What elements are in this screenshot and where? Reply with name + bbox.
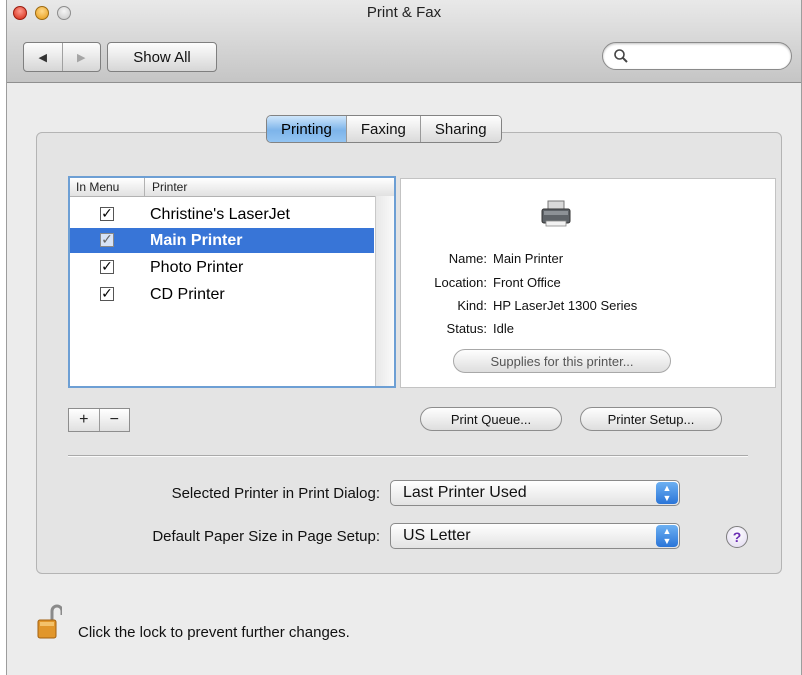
- printer-list-scrollbar[interactable]: [375, 196, 394, 386]
- printer-row[interactable]: ✓ CD Printer: [70, 282, 374, 307]
- location-value: Front Office: [493, 275, 561, 290]
- search-icon: [614, 49, 628, 63]
- search-input[interactable]: [633, 47, 787, 67]
- status-key: Status:: [446, 321, 487, 336]
- paper-size-label: Default Paper Size in Page Setup:: [152, 528, 380, 545]
- location-row: Location: Front Office: [401, 275, 561, 290]
- back-arrow-icon[interactable]: ◀: [24, 43, 63, 71]
- forward-arrow-icon[interactable]: ▶: [63, 43, 101, 71]
- status-value: Idle: [493, 321, 514, 336]
- printer-row[interactable]: ✓ Photo Printer: [70, 255, 374, 280]
- toolbar: Print & Fax ◀ ▶ Show All: [7, 0, 801, 83]
- selected-printer-value: Last Printer Used: [403, 484, 527, 501]
- in-menu-checkbox[interactable]: ✓: [100, 206, 114, 221]
- printer-icon: [541, 200, 571, 227]
- show-all-button[interactable]: Show All: [107, 42, 217, 72]
- printer-name: Christine's LaserJet: [150, 206, 290, 223]
- print-queue-button[interactable]: Print Queue...: [420, 407, 562, 431]
- popup-arrows-icon: ▲ ▼: [656, 482, 678, 504]
- printer-list[interactable]: In Menu Printer ✓ Christine's LaserJet ✓…: [68, 176, 396, 388]
- tab-sharing[interactable]: Sharing: [419, 116, 501, 142]
- lock-message: Click the lock to prevent further change…: [78, 624, 350, 641]
- printer-info-panel: Name: Main Printer Location: Front Office …: [400, 178, 776, 388]
- paper-size-value: US Letter: [403, 527, 471, 544]
- location-key: Location:: [434, 275, 487, 290]
- printer-name: Main Printer: [150, 232, 243, 249]
- status-row: Status: Idle: [401, 321, 514, 336]
- kind-value: HP LaserJet 1300 Series: [493, 298, 638, 313]
- printer-name: CD Printer: [150, 286, 225, 303]
- search-field[interactable]: [602, 42, 792, 70]
- tab-bar: Printing Faxing Sharing: [266, 115, 502, 143]
- remove-printer-button[interactable]: −: [100, 409, 130, 431]
- help-button[interactable]: ?: [726, 526, 748, 548]
- in-menu-checkbox[interactable]: ✓: [100, 259, 114, 274]
- tab-faxing[interactable]: Faxing: [345, 116, 420, 142]
- paper-size-popup[interactable]: US Letter ▲ ▼: [390, 523, 680, 549]
- supplies-button[interactable]: Supplies for this printer...: [453, 349, 671, 373]
- printer-row-selected[interactable]: ✓ Main Printer: [70, 228, 374, 253]
- add-remove-control: + −: [68, 408, 130, 432]
- lock-icon[interactable]: [36, 603, 62, 641]
- printer-row[interactable]: ✓ Christine's LaserJet: [70, 202, 374, 227]
- back-forward-control: ◀ ▶: [23, 42, 101, 72]
- name-key: Name:: [448, 251, 487, 266]
- kind-row: Kind: HP LaserJet 1300 Series: [401, 298, 637, 313]
- popup-arrows-icon: ▲ ▼: [656, 525, 678, 547]
- column-header-in-menu[interactable]: In Menu: [76, 180, 119, 194]
- tab-printing[interactable]: Printing: [267, 116, 346, 142]
- printer-setup-button[interactable]: Printer Setup...: [580, 407, 722, 431]
- in-menu-checkbox[interactable]: ✓: [100, 232, 114, 247]
- kind-key: Kind:: [457, 298, 487, 313]
- column-divider: [144, 178, 145, 196]
- printer-name: Photo Printer: [150, 259, 244, 276]
- name-row: Name: Main Printer: [401, 251, 563, 266]
- selected-printer-label: Selected Printer in Print Dialog:: [171, 485, 380, 502]
- printer-list-header: In Menu Printer: [70, 178, 394, 197]
- section-divider: [68, 455, 748, 457]
- column-header-printer[interactable]: Printer: [152, 180, 187, 194]
- add-printer-button[interactable]: +: [69, 409, 100, 431]
- window-title: Print & Fax: [366, 4, 442, 21]
- in-menu-checkbox[interactable]: ✓: [100, 286, 114, 301]
- name-value: Main Printer: [493, 251, 564, 266]
- selected-printer-popup[interactable]: Last Printer Used ▲ ▼: [390, 480, 680, 506]
